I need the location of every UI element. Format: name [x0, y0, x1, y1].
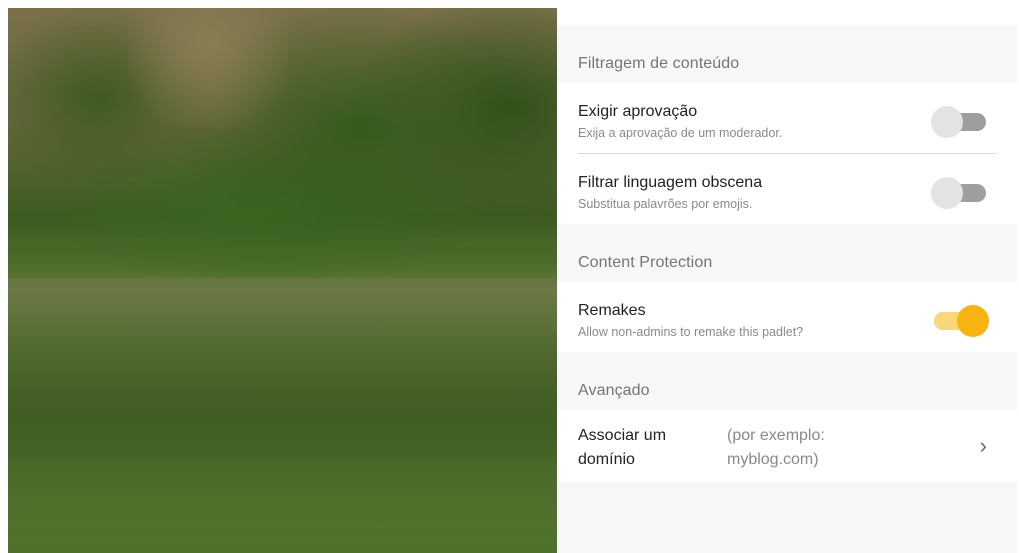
- associate-domain-hint: (por exemplo: myblog.com): [727, 427, 825, 468]
- remakes-toggle[interactable]: [931, 305, 989, 337]
- toggle-knob: [931, 106, 963, 138]
- section-header-advanced: Avançado: [557, 352, 1017, 410]
- associate-domain-row[interactable]: Associar um domínio (por exemplo: myblog…: [557, 410, 1017, 482]
- panel-top-strip: [557, 8, 1017, 25]
- section-title: Avançado: [578, 382, 650, 399]
- filter-profanity-subtitle: Substitua palavrões por emojis.: [578, 197, 753, 211]
- image-sky: [128, 8, 288, 128]
- settings-panel: Filtragem de conteúdo Exigir aprovação E…: [557, 8, 1017, 553]
- require-approval-row[interactable]: Exigir aprovação Exija a aprovação de um…: [557, 83, 1017, 153]
- section-header-content-filtering: Filtragem de conteúdo: [557, 25, 1017, 83]
- background-landscape-image: [8, 8, 557, 553]
- remakes-subtitle: Allow non-admins to remake this padlet?: [578, 325, 804, 339]
- require-approval-title: Exigir aprovação: [578, 103, 698, 120]
- remakes-row[interactable]: Remakes Allow non-admins to remake this …: [557, 282, 1017, 352]
- associate-domain-title: Associar um domínio: [578, 427, 667, 468]
- toggle-knob: [957, 305, 989, 337]
- image-reeds: [8, 423, 557, 553]
- section-title: Content Protection: [578, 254, 713, 271]
- chevron-right-icon[interactable]: ›: [980, 435, 987, 457]
- require-approval-subtitle: Exija a aprovação de um moderador.: [578, 126, 783, 140]
- require-approval-toggle[interactable]: [931, 106, 987, 138]
- toggle-knob: [931, 177, 963, 209]
- remakes-title: Remakes: [578, 302, 646, 319]
- section-title: Filtragem de conteúdo: [578, 55, 740, 72]
- filter-profanity-toggle[interactable]: [931, 177, 987, 209]
- section-header-content-protection: Content Protection: [557, 224, 1017, 282]
- filter-profanity-row[interactable]: Filtrar linguagem obscena Substitua pala…: [557, 154, 1017, 224]
- filter-profanity-title: Filtrar linguagem obscena: [578, 174, 763, 191]
